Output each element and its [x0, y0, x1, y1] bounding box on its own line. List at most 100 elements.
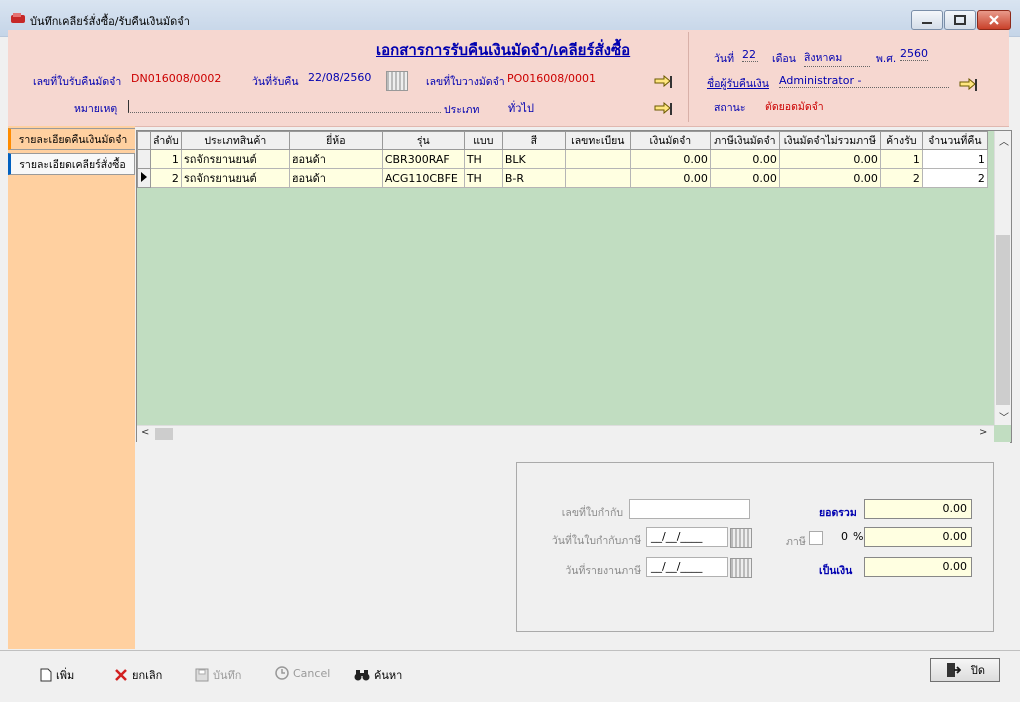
lookup-pointer-icon[interactable]	[654, 75, 672, 89]
add-button[interactable]: เพิ่ม	[40, 666, 74, 684]
lookup-pointer-icon[interactable]	[959, 78, 977, 92]
column-header[interactable]: สี	[501, 131, 566, 150]
cell-model[interactable]: CBR300RAF	[381, 149, 465, 169]
day-value[interactable]: 22	[742, 48, 758, 62]
cell-color[interactable]: B-R	[501, 168, 566, 188]
cell-deposit-excl-tax[interactable]: 0.00	[778, 168, 881, 188]
cell-brand[interactable]: ฮอนด้า	[288, 149, 383, 169]
cell-seq[interactable]: 1	[150, 149, 182, 169]
tax-value: 0.00	[864, 527, 972, 547]
column-header[interactable]: เงินมัดจำไม่รวมภาษี	[778, 131, 881, 150]
table-row[interactable]: 2 รถจักรยานยนต์ ฮอนด้า ACG110CBFE TH B-R…	[137, 168, 988, 188]
close-window-button[interactable]	[977, 10, 1011, 30]
vertical-scroll-thumb[interactable]	[996, 235, 1010, 405]
cancel-edit-button[interactable]: Cancel	[275, 666, 330, 680]
cell-style[interactable]: TH	[463, 168, 503, 188]
horizontal-scrollbar[interactable]: < >	[137, 425, 994, 442]
column-header[interactable]: เงินมัดจำ	[629, 131, 711, 150]
calendar-icon[interactable]	[730, 528, 752, 548]
row-selector[interactable]	[137, 168, 151, 188]
app-icon	[11, 13, 25, 23]
sum-label: ยอดรวม	[819, 507, 857, 519]
save-icon	[195, 668, 209, 682]
maximize-button[interactable]	[944, 10, 976, 30]
tax-checkbox[interactable]	[809, 531, 823, 545]
horizontal-scroll-thumb[interactable]	[155, 428, 173, 440]
column-header[interactable]: รุ่น	[381, 131, 465, 150]
cell-deposit-tax[interactable]: 0.00	[709, 149, 780, 169]
scroll-right-icon[interactable]: >	[979, 427, 987, 438]
table-row[interactable]: 1 รถจักรยานยนต์ ฮอนด้า CBR300RAF TH BLK …	[137, 149, 988, 169]
type-label: ประเภท	[444, 104, 480, 116]
scroll-up-icon[interactable]: ︿	[999, 133, 1009, 148]
cell-return-qty[interactable]: 1	[921, 149, 988, 169]
column-header[interactable]: เลขทะเบียน	[564, 131, 631, 150]
cancel-document-label: ยกเลิก	[132, 669, 163, 682]
tab-clear-order-details[interactable]: รายละเอียดเคลียร์สั่งซื้อ	[8, 153, 135, 175]
document-title: เอกสารการรับคืนเงินมัดจำ/เคลียร์สั่งซื้อ	[376, 41, 631, 59]
vertical-scrollbar[interactable]: ︿ ﹀	[994, 131, 1011, 425]
minimize-button[interactable]	[911, 10, 943, 30]
cell-model[interactable]: ACG110CBFE	[381, 168, 465, 188]
deposit-no-label: เลขที่ใบวางมัดจำ	[426, 76, 505, 88]
calendar-icon[interactable]	[730, 558, 752, 578]
column-header[interactable]: จำนวนที่คืน	[921, 131, 988, 150]
column-header[interactable]: ภาษีเงินมัดจำ	[709, 131, 780, 150]
deposit-no-value[interactable]: PO016008/0001	[507, 72, 596, 85]
tax-invoice-date-label: วันที่ในใบกำกับภาษี	[551, 535, 641, 547]
grid-header-row: ลำดับ ประเภทสินค้า ยี่ห้อ รุ่น แบบ สี เล…	[137, 131, 988, 150]
cell-product-type[interactable]: รถจักรยานยนต์	[180, 168, 290, 188]
cell-brand[interactable]: ฮอนด้า	[288, 168, 383, 188]
tax-invoice-date-input[interactable]: __/__/____	[646, 527, 728, 547]
cell-registration[interactable]	[564, 149, 631, 169]
close-icon	[989, 15, 999, 25]
cell-color[interactable]: BLK	[501, 149, 566, 169]
month-label: เดือน	[772, 53, 796, 65]
bottom-toolbar: เพิ่ม ยกเลิก บันทึก Cancel ค้นหา ปิด	[0, 650, 1020, 702]
month-value[interactable]: สิงหาคม	[804, 49, 870, 67]
column-header[interactable]: ประเภทสินค้า	[180, 131, 290, 150]
undo-icon	[275, 666, 289, 680]
scroll-down-icon[interactable]: ﹀	[999, 409, 1009, 424]
search-button-label: ค้นหา	[374, 669, 403, 682]
cancel-document-button[interactable]: ยกเลิก	[114, 666, 162, 684]
cell-registration[interactable]	[564, 168, 631, 188]
cell-deposit[interactable]: 0.00	[629, 149, 711, 169]
cell-deposit[interactable]: 0.00	[629, 168, 711, 188]
year-value[interactable]: 2560	[900, 47, 928, 61]
cell-deposit-excl-tax[interactable]: 0.00	[778, 149, 881, 169]
cell-deposit-tax[interactable]: 0.00	[709, 168, 780, 188]
cell-return-qty[interactable]: 2	[921, 168, 988, 188]
type-value[interactable]: ทั่วไป	[508, 99, 534, 117]
scroll-left-icon[interactable]: <	[141, 427, 149, 438]
cell-outstanding[interactable]: 1	[879, 149, 923, 169]
row-selector[interactable]	[137, 149, 151, 169]
year-label: พ.ศ.	[876, 53, 897, 65]
refund-date-value[interactable]: 22/08/2560	[308, 71, 371, 84]
cell-seq[interactable]: 2	[150, 168, 182, 188]
column-header[interactable]: ยี่ห้อ	[288, 131, 383, 150]
calendar-icon[interactable]	[386, 71, 408, 91]
column-header[interactable]: ลำดับ	[150, 131, 182, 150]
column-header[interactable]: แบบ	[463, 131, 503, 150]
cancel-edit-label: Cancel	[293, 666, 331, 680]
save-button-label: บันทึก	[213, 669, 242, 682]
binoculars-icon	[354, 670, 370, 681]
tax-report-date-input[interactable]: __/__/____	[646, 557, 728, 577]
note-input[interactable]	[128, 100, 441, 113]
tab-refund-details[interactable]: รายละเอียดคืนเงินมัดจำ	[8, 128, 135, 150]
column-header[interactable]: ค้างรับ	[879, 131, 923, 150]
save-button[interactable]: บันทึก	[195, 666, 241, 684]
receiver-value[interactable]: Administrator -	[779, 74, 949, 88]
cell-product-type[interactable]: รถจักรยานยนต์	[180, 149, 290, 169]
cell-outstanding[interactable]: 2	[879, 168, 923, 188]
search-button[interactable]: ค้นหา	[354, 666, 402, 684]
receiver-label: ชื่อผู้รับคืนเงิน	[707, 78, 769, 90]
lookup-pointer-icon[interactable]	[654, 102, 672, 116]
cell-style[interactable]: TH	[463, 149, 503, 169]
refund-no-value[interactable]: DN016008/0002	[131, 72, 221, 85]
tax-invoice-no-input[interactable]	[629, 499, 750, 519]
close-button[interactable]: ปิด	[930, 658, 1000, 682]
status-value: ตัดยอดมัดจำ	[765, 101, 824, 113]
items-grid[interactable]: ลำดับ ประเภทสินค้า ยี่ห้อ รุ่น แบบ สี เล…	[136, 130, 1012, 443]
